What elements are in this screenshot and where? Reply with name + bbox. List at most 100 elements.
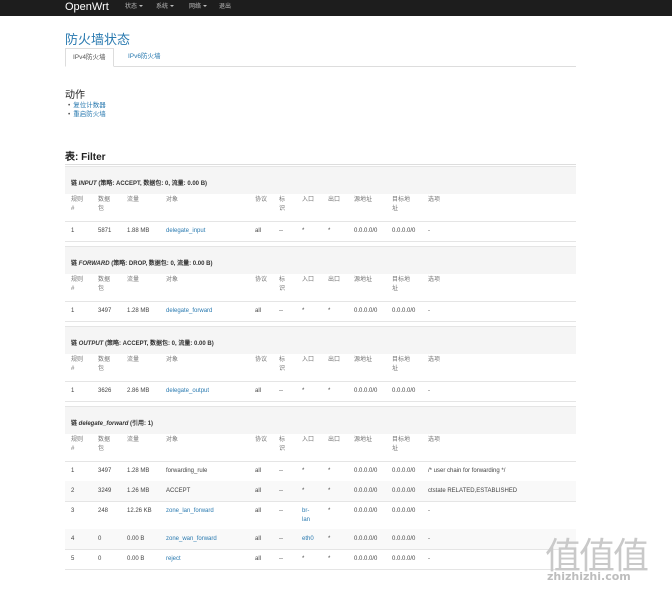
cell-opt: - [428, 308, 430, 314]
table-row: 3 248 12.26 KB zone_lan_forward all -- br- lan… [65, 501, 576, 530]
column-header-line: 规则 [71, 437, 84, 443]
cell-opt: - [428, 228, 430, 234]
column-header-src: 源地址 [354, 357, 373, 363]
chevron-down-icon [203, 5, 208, 8]
cell-out: * [328, 228, 331, 234]
cell-target[interactable]: zone_lan_forward [166, 507, 214, 516]
cell-proto: all [255, 536, 262, 542]
tab-ipv6[interactable]: IPv6防火墙 [121, 48, 168, 66]
column-header-line: 目标地 [392, 357, 411, 363]
table-row: 1 3497 1.28 MB forwarding_rule all -- * * 0.0.0.… [65, 461, 576, 482]
column-header-line: 识 [279, 446, 286, 452]
cell-src: 0.0.0.0/0 [354, 468, 378, 474]
actions-list: 复位计数器 重启防火墙 [73, 101, 106, 119]
column-header-opt: 选项 [428, 357, 441, 363]
table-row: 2 3249 1.26 MB ACCEPT all -- * * 0.0.0.0/0 0.0.0.… [65, 481, 576, 502]
divider [65, 164, 576, 165]
cell-in: * [302, 488, 305, 494]
column-header-proto: 协议 [255, 197, 268, 203]
column-header-line: 标 [279, 437, 286, 443]
chain-name: OUTPUT [78, 341, 104, 347]
column-header-target: 对象 [166, 437, 179, 443]
column-header-src: 源地址 [354, 277, 373, 283]
chain-title: 链 FORWARD (策略: DROP, 数据包: 0, 流量: 0.00 B) [71, 258, 212, 267]
brand-logo[interactable]: OpenWrt [65, 0, 109, 16]
cell-in: * [302, 468, 305, 474]
column-header-line: 数据 [98, 277, 111, 283]
reset-counters-link[interactable]: 复位计数器 [73, 101, 106, 110]
column-header-src: 源地址 [354, 197, 373, 203]
column-header-proto: 协议 [255, 357, 268, 363]
cell-target[interactable]: reject [166, 555, 181, 564]
column-header-pkts: 数据包 [98, 196, 110, 214]
cell-proto: all [255, 488, 262, 494]
cell-pkts: 248 [98, 508, 109, 514]
cell-pkts: 0 [98, 536, 102, 542]
column-header-line: 包 [98, 206, 105, 212]
column-header-line: 数据 [98, 437, 111, 443]
cell-pkts: 3249 [98, 488, 112, 494]
cell-dst: 0.0.0.0/0 [392, 468, 416, 474]
cell-out: * [328, 308, 331, 314]
menu-logout[interactable]: 退出 [219, 0, 231, 16]
actions-heading: 动作 [65, 90, 85, 101]
cell-target[interactable]: zone_wan_forward [166, 535, 217, 544]
chain-header: 链 INPUT (策略: ACCEPT, 数据包: 0, 流量: 0.00 B) [65, 166, 576, 194]
cell-pkts: 3626 [98, 388, 112, 394]
table-row: 1 3626 2.86 MB delegate_output all -- * * 0.0.0.… [65, 381, 576, 402]
restart-firewall-link[interactable]: 重启防火墙 [73, 110, 106, 119]
cell-opt: - [428, 536, 430, 542]
column-header-flags: 标识 [279, 356, 285, 374]
cell-traffic: 1.28 MB [127, 468, 150, 474]
cell-opt: - [428, 508, 430, 514]
column-header-out: 出口 [328, 357, 341, 363]
cell-in[interactable]: eth0 [302, 535, 314, 544]
cell-num: 1 [71, 228, 75, 234]
chain-title: 链 INPUT (策略: ACCEPT, 数据包: 0, 流量: 0.00 B) [71, 178, 207, 187]
chain-policy: (策略: ACCEPT, 数据包: 0, 流量: 0.00 B) [105, 341, 214, 347]
column-header-line: 识 [279, 206, 286, 212]
cell-in: * [302, 308, 305, 314]
column-header-line: 址 [392, 206, 399, 212]
cell-proto: all [255, 228, 262, 234]
cell-target[interactable]: delegate_output [166, 387, 209, 396]
column-header-pkts: 数据包 [98, 436, 110, 454]
menu-network[interactable]: 网络 [189, 0, 208, 16]
cell-num: 1 [71, 308, 75, 314]
table-row: 4 0 0.00 B zone_wan_forward all -- eth0 * 0.0.0.… [65, 529, 576, 550]
cell-pkts: 5871 [98, 228, 112, 234]
column-header-num: 规则 # [71, 356, 83, 374]
tab-ipv4[interactable]: IPv4防火墙 [65, 48, 114, 67]
column-header-line: 包 [98, 366, 105, 372]
column-header-opt: 选项 [428, 197, 441, 203]
column-header-line: 标 [279, 197, 286, 203]
cell-in[interactable]: br- lan [302, 507, 314, 525]
menu-status[interactable]: 状态 [125, 0, 144, 16]
chain-policy: (策略: DROP, 数据包: 0, 流量: 0.00 B) [111, 261, 213, 267]
column-header-traffic: 流量 [127, 357, 140, 363]
cell-proto: all [255, 468, 262, 474]
column-header-line: 包 [98, 446, 105, 452]
menu-system[interactable]: 系统 [156, 0, 175, 16]
chain-prefix: 链 [71, 341, 79, 347]
cell-proto: all [255, 556, 262, 562]
cell-target: forwarding_rule [166, 468, 208, 474]
cell-target[interactable]: delegate_input [166, 227, 205, 236]
cell-num: 5 [71, 556, 75, 562]
column-header-out: 出口 [328, 437, 341, 443]
column-header-line: # [71, 366, 75, 372]
chain-header: 链 FORWARD (策略: DROP, 数据包: 0, 流量: 0.00 B) [65, 246, 576, 274]
column-header-num: 规则 # [71, 436, 83, 454]
cell-traffic: 1.88 MB [127, 228, 150, 234]
chain-name: FORWARD [78, 261, 110, 267]
cell-opt: ctstate RELATED,ESTABLISHED [428, 488, 518, 494]
column-header-opt: 选项 [428, 277, 441, 283]
watermark-url: zhizhizhi.com [547, 570, 631, 583]
column-header-traffic: 流量 [127, 277, 140, 283]
page-title: 防火墙状态 [65, 32, 131, 47]
cell-target[interactable]: delegate_forward [166, 307, 212, 316]
cell-out: * [328, 556, 331, 562]
column-header-flags: 标识 [279, 436, 285, 454]
cell-flags: -- [279, 556, 283, 562]
column-header-line: # [71, 286, 75, 292]
